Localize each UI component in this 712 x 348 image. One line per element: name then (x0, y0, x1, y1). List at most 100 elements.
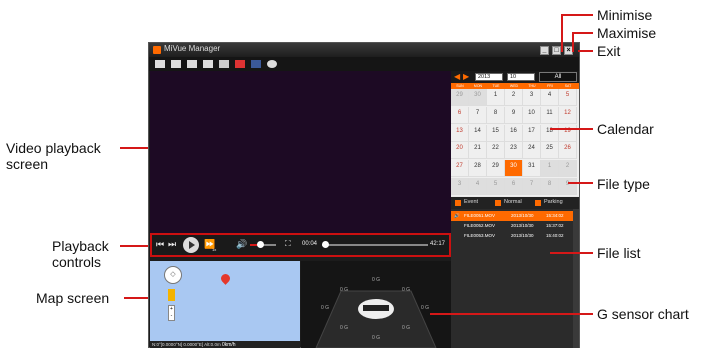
file-row[interactable]: FILE0053.MOV 2013/10/30 15:40:02 (451, 231, 573, 241)
file-date: 2013/10/30 (511, 213, 534, 218)
calendar-day[interactable]: 25 (541, 142, 559, 160)
map-coordinates: N:0°[0.0000°N] 0.0000°E] Alt:0.0m (152, 342, 221, 347)
calendar-day[interactable]: 2 (505, 89, 523, 106)
file-list-scrollbar[interactable] (573, 209, 579, 348)
file-row[interactable]: 🔊 FILE0051.MOV 2013/10/30 15:34:02 (451, 211, 573, 221)
calendar-day[interactable]: 16 (505, 124, 523, 142)
calendar-day[interactable]: 9 (559, 178, 577, 195)
callout-map: Map screen (36, 290, 110, 306)
calendar-day[interactable]: 6 (505, 178, 523, 195)
pegman-icon[interactable] (168, 289, 175, 301)
print-icon[interactable] (171, 60, 181, 68)
next-icon[interactable]: ⏭ (168, 239, 176, 250)
parking-checkbox[interactable] (535, 200, 541, 206)
next-month-icon[interactable]: ▶ (463, 73, 469, 81)
calendar-day[interactable]: 5 (559, 89, 577, 106)
zoom-control[interactable]: + - (168, 305, 175, 321)
previous-icon[interactable]: ⏮ (156, 239, 164, 250)
wifi-icon[interactable] (219, 60, 229, 68)
title-bar[interactable]: MiVue Manager _ □ × (149, 43, 579, 57)
calendar-day[interactable]: 8 (541, 178, 559, 195)
calendar-day[interactable]: 20 (451, 142, 469, 160)
calendar-day[interactable]: 29 (487, 160, 505, 178)
window-title: MiVue Manager (164, 44, 221, 53)
car-window (363, 305, 389, 311)
calendar-day[interactable]: 23 (505, 142, 523, 160)
calendar-day[interactable]: 21 (469, 142, 487, 160)
callout-line-exit (578, 50, 593, 52)
calendar-day[interactable]: 7 (469, 106, 487, 124)
callout-filelist: File list (597, 245, 641, 261)
calendar-day[interactable]: 11 (541, 106, 559, 124)
video-playback-screen[interactable] (150, 71, 451, 233)
snapshot-icon[interactable] (203, 60, 213, 68)
normal-checkbox[interactable] (495, 200, 501, 206)
calendar-day[interactable]: 24 (523, 142, 541, 160)
callout-filetype: File type (597, 176, 650, 192)
calendar-day[interactable]: 12 (559, 106, 577, 124)
event-checkbox[interactable] (455, 200, 461, 206)
callout-line-maximise (572, 32, 593, 34)
file-date: 2013/10/30 (511, 223, 534, 228)
minimise-button[interactable]: _ (540, 46, 549, 55)
calendar-day[interactable]: 7 (523, 178, 541, 195)
calendar-day[interactable]: 30 (469, 89, 487, 106)
all-button[interactable]: All (539, 72, 577, 82)
calendar-day[interactable]: 4 (541, 89, 559, 106)
calendar-day[interactable]: 30 (505, 160, 523, 178)
calendar-day[interactable]: 14 (469, 124, 487, 142)
file-row[interactable]: FILE0052.MOV 2013/10/30 15:37:02 (451, 221, 573, 231)
map-screen[interactable]: ◇ + - N:0°[0.0000°N] 0.0000°E] Alt:0.0m 0… (150, 261, 300, 348)
year-select[interactable]: 2013 (475, 73, 503, 81)
calendar-day[interactable]: 8 (487, 106, 505, 124)
save-icon[interactable] (187, 60, 197, 68)
file-time: 15:37:02 (546, 223, 564, 228)
calendar-day[interactable]: 15 (487, 124, 505, 142)
normal-label: Normal (504, 199, 522, 205)
g-label-bottom-left: 0 G (340, 325, 349, 331)
maximise-button[interactable]: □ (552, 46, 561, 55)
callout-line-map (124, 297, 148, 299)
volume-slider[interactable] (250, 241, 276, 248)
volume-handle[interactable] (257, 241, 264, 248)
callout-maximise: Maximise (597, 25, 657, 41)
callout-line-minimise-v (561, 14, 563, 52)
file-type-filter: Event Normal Parking (451, 197, 579, 209)
calendar-day[interactable]: 6 (451, 106, 469, 124)
month-select[interactable]: 10 (507, 73, 535, 81)
calendar-day[interactable]: 13 (451, 124, 469, 142)
calendar-grid: 29 30 1 2 3 4 5 6 7 8 9 10 11 12 13 14 15 16 17 18 19 20 21 22 2… (451, 89, 579, 196)
callout-line-playback (120, 245, 148, 247)
youtube-icon[interactable] (235, 60, 245, 68)
settings-icon[interactable] (267, 60, 277, 68)
calendar-day[interactable]: 3 (451, 178, 469, 195)
calendar-day[interactable]: 17 (523, 124, 541, 142)
calendar-day[interactable]: 5 (487, 178, 505, 195)
calendar-day[interactable]: 26 (559, 142, 577, 160)
calendar-day[interactable]: 1 (487, 89, 505, 106)
seek-handle[interactable] (322, 241, 329, 248)
volume-icon[interactable]: 🔊 (236, 239, 247, 250)
calendar-day[interactable]: 3 (523, 89, 541, 106)
parking-label: Parking (544, 199, 563, 205)
facebook-icon[interactable] (251, 60, 261, 68)
mivue-window: MiVue Manager _ □ × ⏮ ⏭ ⏩ 1x 🔊 ⛶ 00:04 4… (148, 42, 580, 348)
open-folder-icon[interactable] (155, 60, 165, 68)
fullscreen-icon[interactable]: ⛶ (285, 239, 291, 249)
prev-month-icon[interactable]: ◀ (454, 73, 460, 81)
calendar-day[interactable]: 9 (505, 106, 523, 124)
calendar-day[interactable]: 31 (523, 160, 541, 178)
calendar-day[interactable]: 10 (523, 106, 541, 124)
calendar-day[interactable]: 29 (451, 89, 469, 106)
play-button[interactable] (183, 237, 199, 253)
calendar-day[interactable]: 4 (469, 178, 487, 195)
calendar-day[interactable]: 28 (469, 160, 487, 178)
calendar-day[interactable]: 2 (559, 160, 577, 178)
map-pan-control[interactable]: ◇ (164, 266, 182, 284)
calendar-day[interactable]: 1 (541, 160, 559, 178)
event-label: Event (464, 199, 479, 205)
playing-speaker-icon: 🔊 (454, 213, 460, 218)
calendar-day[interactable]: 27 (451, 160, 469, 178)
calendar-day[interactable]: 22 (487, 142, 505, 160)
seek-bar[interactable] (322, 241, 428, 248)
